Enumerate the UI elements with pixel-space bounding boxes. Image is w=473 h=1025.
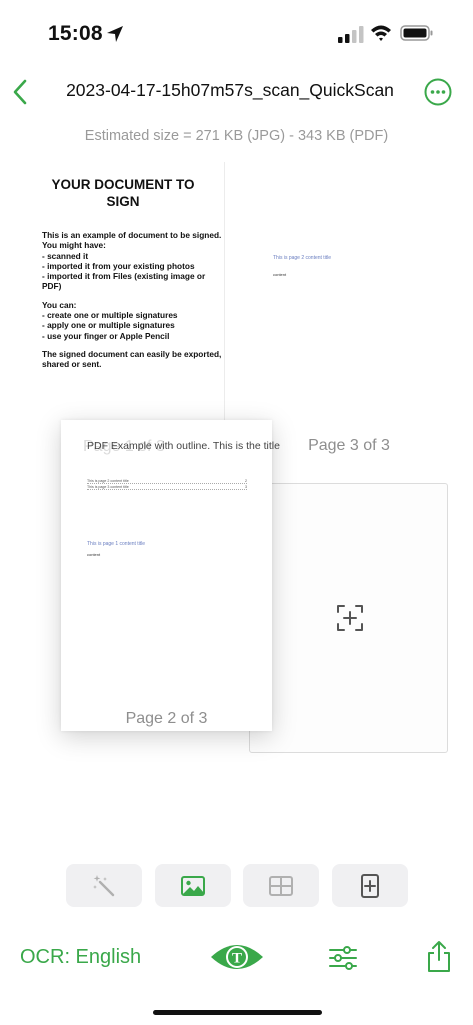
layout-grid-button[interactable] [243, 864, 319, 907]
toc-page-number: 2 [245, 479, 247, 483]
more-options-icon[interactable] [424, 78, 452, 106]
page-1-list1-item: - scanned it [42, 250, 89, 261]
page-3-thumbnail[interactable]: This is page 2 content title content [224, 162, 448, 432]
ocr-eye-letter: T [232, 951, 242, 967]
estimated-size-text: Estimated size = 271 KB (JPG) - 343 KB (… [84, 128, 389, 144]
page-2-title: PDF Example with outline. This is the ti… [87, 440, 280, 452]
scan-add-icon [337, 605, 363, 631]
page-2-thumbnail[interactable]: Page 1 of 3 PDF Example with outline. Th… [61, 420, 280, 731]
page-1-list1-item: - imported it from Files (existing image… [42, 271, 206, 292]
back-button[interactable] [8, 76, 32, 108]
image-button[interactable] [155, 864, 231, 907]
document-title: 2023-04-17-15h07m57s_scan_QuickScan [66, 80, 394, 100]
add-page-button[interactable] [332, 864, 408, 907]
page-3-content: content [273, 272, 287, 277]
page-1-heading: YOUR DOCUMENT TO SIGN [51, 177, 195, 209]
toc-entry: This is page 2 content title 2 [87, 479, 247, 484]
page-1-list2-item: - apply one or multiple signatures [42, 320, 175, 331]
page-1-outro: The signed document can easily be export… [42, 348, 222, 370]
wifi-icon [371, 25, 391, 41]
page-1-body: This is an example of document to be sig… [22, 230, 224, 370]
home-indicator [153, 1010, 322, 1015]
status-time: 15:08 [48, 22, 103, 45]
chevron-left-icon [13, 79, 27, 105]
toc-label: This is page 2 content title [87, 479, 129, 483]
ocr-language-button[interactable]: OCR: English [20, 946, 141, 969]
page-2-label: Page 2 of 3 [125, 710, 208, 727]
status-bar: 15:08 [0, 0, 473, 60]
add-page-placeholder[interactable] [249, 483, 448, 753]
share-icon[interactable] [424, 940, 454, 974]
page-2-content: content [87, 552, 101, 557]
sliders-icon[interactable] [328, 943, 358, 973]
page-3-content-title: This is page 2 content title [273, 255, 332, 261]
page-1-you-can: You can: [42, 299, 77, 310]
page-1-list2-item: - create one or multiple signatures [42, 310, 178, 321]
toc-page-number: 3 [245, 485, 247, 489]
page-2-content-title: This is page 1 content title [87, 541, 146, 547]
magic-wand-icon [93, 874, 115, 896]
page-1-list1-item: - imported it from your existing photos [42, 260, 195, 271]
add-page-icon [361, 873, 379, 898]
toc-entry: This is page 3 content title 3 [87, 485, 247, 490]
cellular-signal-icon [338, 26, 364, 43]
ocr-eye-icon[interactable]: T [210, 939, 264, 975]
page-1-thumbnail[interactable]: YOUR DOCUMENT TO SIGN This is an example… [22, 162, 224, 422]
image-icon [181, 875, 205, 896]
page-1-intro: This is an example of document to be sig… [42, 230, 222, 251]
toc-label: This is page 3 content title [87, 485, 129, 489]
battery-icon [400, 25, 433, 41]
location-arrow-icon [107, 26, 123, 42]
page-1-list2-item: - use your finger or Apple Pencil [42, 330, 170, 341]
magic-enhance-button[interactable] [66, 864, 142, 907]
grid-layout-icon [269, 875, 293, 896]
